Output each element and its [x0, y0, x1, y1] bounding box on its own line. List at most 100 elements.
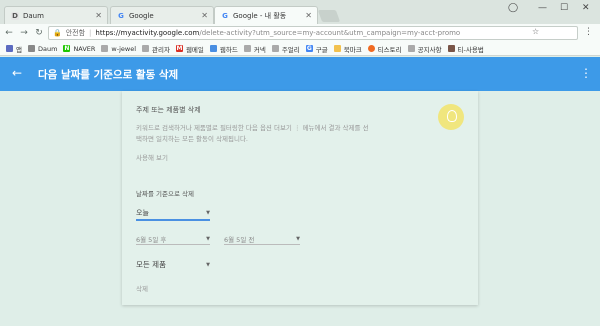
bookmark-label: 앱: [16, 45, 22, 54]
browser-menu-icon[interactable]: ⋮: [584, 27, 593, 37]
bookmark-google[interactable]: G 구글: [305, 44, 328, 54]
tistory-icon: [367, 45, 375, 52]
before-date-label: 6월 5일 전: [224, 236, 255, 244]
topic-description-line1: 키워드로 검색하거나 제품별로 필터링한 다음 옵션 더보기 ⋮ 메뉴에서 결과…: [136, 124, 369, 132]
url-path: /delete-activity?utm_source=my-account&u…: [199, 29, 461, 37]
tab-daum[interactable]: D Daum ✕: [4, 6, 108, 24]
page-icon: [407, 45, 415, 52]
gmail-icon: M: [175, 45, 183, 52]
dropdown-underline: [136, 219, 210, 221]
bookmark-label: 관리자: [152, 45, 170, 54]
page-icon: [142, 45, 149, 52]
bookmark-label: NAVER: [73, 44, 96, 53]
caret-down-icon: ▼: [296, 236, 300, 242]
bookmark-webhard[interactable]: 웹하드: [209, 44, 238, 54]
bookmark-bookmarks[interactable]: 북마크: [333, 44, 362, 54]
bookmark-connect[interactable]: 커넥: [243, 44, 266, 54]
app-header: ← 다음 날짜를 기준으로 활동 삭제 ⋮: [0, 57, 600, 91]
apps-grid-icon: [6, 45, 13, 52]
page-icon: [271, 45, 279, 52]
product-dropdown[interactable]: 모든 제품 ▼: [136, 259, 210, 270]
maximize-icon[interactable]: ☐: [560, 3, 568, 13]
google-icon: G: [118, 11, 124, 20]
bookmark-label: 구글: [315, 45, 328, 54]
divider: |: [89, 29, 92, 37]
topic-heading: 주제 또는 제품별 삭제: [136, 106, 201, 114]
bookmark-jewelry[interactable]: 주얼리: [271, 44, 300, 54]
bookmark-label: 공지사항: [417, 45, 442, 54]
date-range-dropdown[interactable]: 오늘 ▼: [136, 208, 210, 218]
topic-description-line2: 택하면 일치하는 모든 활동이 삭제됩니다.: [136, 135, 248, 143]
chart-icon: [209, 45, 217, 52]
bookmark-label: 주얼리: [281, 45, 300, 54]
google-icon: G: [305, 45, 313, 52]
more-options-icon[interactable]: ⋮: [580, 66, 592, 80]
bookmark-label: 웹하드: [219, 45, 238, 54]
naver-icon: N: [63, 45, 71, 52]
bookmark-star-icon[interactable]: ☆: [532, 27, 539, 36]
tab-google[interactable]: G Google ✕: [110, 6, 214, 24]
close-icon[interactable]: ✕: [201, 11, 208, 20]
caret-down-icon: ▼: [206, 210, 210, 216]
date-range-value: 오늘: [136, 209, 149, 217]
bookmark-label: w-jewel: [111, 44, 136, 53]
field-underline: [224, 244, 300, 245]
page-title: 다음 날짜를 기준으로 활동 삭제: [38, 69, 179, 81]
minimize-icon[interactable]: —: [538, 3, 547, 13]
product-value: 모든 제품: [136, 260, 166, 269]
forward-arrow-icon[interactable]: →: [18, 28, 30, 38]
bookmark-admin[interactable]: 관리자: [142, 44, 170, 54]
bookmark-webmail[interactable]: M 웹메일: [175, 44, 204, 54]
bookmark-label: 티스토리: [377, 45, 402, 54]
bookmark-daum[interactable]: Daum: [27, 44, 58, 53]
toolbar: ← → ↻ 🔒 안전함 | https://myactivity.google.…: [0, 24, 600, 42]
profile-icon[interactable]: ◯: [508, 3, 518, 13]
after-date-label: 6월 5일 후: [136, 236, 167, 244]
google-icon: G: [222, 11, 228, 20]
close-window-icon[interactable]: ✕: [582, 3, 590, 13]
page-icon: [243, 45, 251, 52]
reload-icon[interactable]: ↻: [33, 28, 45, 38]
bookmark-notice[interactable]: 공지사항: [407, 44, 442, 54]
delete-button[interactable]: 삭제: [136, 284, 148, 295]
bookmark-tistory[interactable]: 티스토리: [367, 44, 402, 54]
tab-label: Google: [129, 11, 154, 20]
bookmark-wjewel[interactable]: w-jewel: [101, 45, 136, 53]
bookmark-apps[interactable]: 앱: [6, 44, 22, 54]
bookmark-label: 북마크: [343, 45, 362, 54]
new-tab-button[interactable]: [317, 10, 341, 22]
date-heading: 날짜를 기준으로 삭제: [136, 190, 194, 198]
page-icon: [101, 45, 109, 52]
tab-label: Google - 내 활동: [233, 11, 287, 20]
back-arrow-icon[interactable]: ←: [12, 66, 22, 80]
tab-label: Daum: [23, 11, 44, 20]
bookmark-howto[interactable]: 티-사용법: [447, 44, 484, 54]
field-underline: [136, 244, 210, 245]
try-it-link[interactable]: 사용해 보기: [136, 153, 168, 164]
before-date-field[interactable]: 6월 5일 전 ▼: [224, 234, 300, 244]
folder-icon: [333, 45, 341, 52]
close-icon[interactable]: ✕: [95, 11, 102, 20]
lightbulb-icon: [438, 104, 464, 130]
browser-tab-strip: D Daum ✕ G Google ✕ G Google - 내 활동 ✕ ◯ …: [0, 0, 600, 24]
bookmark-label: 웹메일: [185, 45, 204, 54]
caret-down-icon: ▼: [206, 261, 210, 268]
lock-icon: 🔒: [53, 29, 62, 37]
bookmark-naver[interactable]: N NAVER: [63, 45, 95, 53]
close-icon[interactable]: ✕: [305, 11, 312, 20]
address-bar[interactable]: 🔒 안전함 | https://myactivity.google.com /d…: [48, 26, 578, 40]
url-domain: https://myactivity.google.com: [95, 29, 200, 37]
bookmark-label: 티-사용법: [457, 45, 484, 54]
security-label: 안전함: [65, 29, 86, 37]
bookmark-label: 커넥: [253, 45, 266, 54]
back-arrow-icon[interactable]: ←: [3, 28, 15, 38]
bookmarks-bar: 앱 Daum N NAVER w-jewel 관리자 M 웹메일 웹하드 커넥 주얼…: [0, 42, 600, 56]
daum-icon: [27, 45, 35, 52]
delete-activity-card: 주제 또는 제품별 삭제 키워드로 검색하거나 제품별로 필터링한 다음 옵션 …: [122, 91, 478, 305]
caret-down-icon: ▼: [206, 236, 210, 242]
cat-icon: [447, 45, 455, 52]
bookmark-label: Daum: [37, 44, 58, 53]
tab-google-activity[interactable]: G Google - 내 활동 ✕: [214, 6, 318, 24]
daum-icon: D: [11, 11, 19, 20]
after-date-field[interactable]: 6월 5일 후 ▼: [136, 234, 210, 244]
